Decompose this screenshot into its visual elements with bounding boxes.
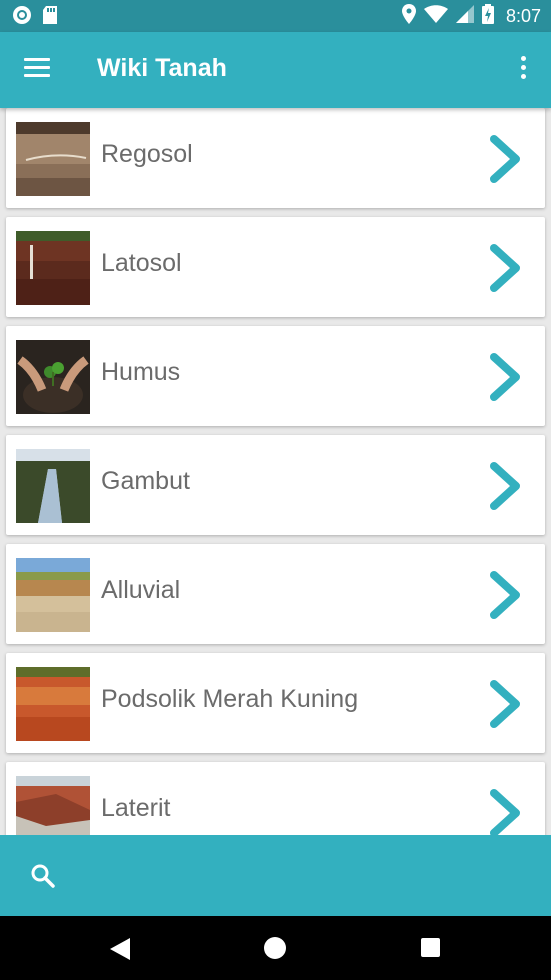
list-item-label: Latosol [101, 249, 182, 277]
list-item-label: Gambut [101, 467, 190, 495]
status-time: 8:07 [505, 6, 541, 26]
search-icon[interactable] [30, 863, 56, 894]
chevron-right-icon[interactable] [489, 788, 523, 835]
recents-icon[interactable] [421, 938, 440, 957]
wifi-icon [423, 5, 448, 28]
notification-circle-icon [12, 5, 32, 30]
latosol-thumbnail [16, 231, 90, 305]
humus-thumbnail [16, 340, 90, 414]
list-item-label: Laterit [101, 794, 171, 822]
chevron-right-icon[interactable] [489, 134, 523, 189]
soil-list[interactable]: Regosol Latosol Humus Gambut Alluvial Po… [0, 108, 551, 835]
location-icon [401, 4, 416, 29]
list-item-laterit[interactable]: Laterit [6, 762, 545, 835]
bottom-search-bar [0, 835, 551, 916]
hamburger-menu-icon[interactable] [24, 58, 50, 78]
list-item-latosol[interactable]: Latosol [6, 217, 545, 317]
alluvial-thumbnail [16, 558, 90, 632]
chevron-right-icon[interactable] [489, 243, 523, 298]
chevron-right-icon[interactable] [489, 679, 523, 734]
app-bar: Wiki Tanah [0, 32, 551, 108]
more-vert-icon[interactable] [517, 56, 529, 84]
system-nav-bar [0, 916, 551, 980]
chevron-right-icon[interactable] [489, 570, 523, 625]
home-icon[interactable] [264, 937, 286, 959]
chevron-right-icon[interactable] [489, 352, 523, 407]
list-item-label: Regosol [101, 140, 193, 168]
signal-icon [455, 5, 474, 28]
list-item-gambut[interactable]: Gambut [6, 435, 545, 535]
laterit-thumbnail [16, 776, 90, 835]
list-item-alluvial[interactable]: Alluvial [6, 544, 545, 644]
list-item-regosol[interactable]: Regosol [6, 108, 545, 208]
list-item-humus[interactable]: Humus [6, 326, 545, 426]
status-bar: 8:07 [0, 0, 551, 32]
podsolik-merah-kuning-thumbnail [16, 667, 90, 741]
list-item-podsolik-merah-kuning[interactable]: Podsolik Merah Kuning [6, 653, 545, 753]
list-item-label: Humus [101, 358, 181, 386]
list-item-label: Podsolik Merah Kuning [101, 685, 359, 713]
regosol-thumbnail [16, 122, 90, 196]
sd-card-icon [42, 5, 58, 30]
chevron-right-icon[interactable] [489, 461, 523, 516]
battery-charging-icon [481, 4, 494, 29]
list-item-label: Alluvial [101, 576, 181, 604]
gambut-thumbnail [16, 449, 90, 523]
back-icon[interactable] [110, 938, 130, 965]
app-title: Wiki Tanah [97, 54, 227, 82]
